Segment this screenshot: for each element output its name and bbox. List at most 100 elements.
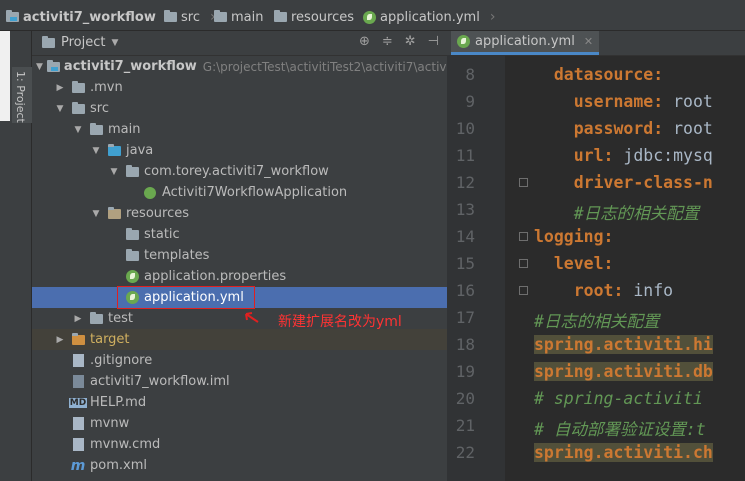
resources-folder-icon bbox=[106, 206, 122, 221]
line-number: 15 bbox=[455, 254, 475, 273]
hide-icon[interactable]: ⊣ bbox=[428, 34, 439, 49]
tree-item[interactable]: mvnw bbox=[32, 413, 447, 434]
spring-class-icon bbox=[142, 186, 158, 200]
code-line[interactable]: #日志的相关配置 bbox=[534, 200, 699, 224]
code-line[interactable]: url: jdbc:mysq bbox=[534, 146, 713, 165]
tree-item[interactable]: ▶ target bbox=[32, 329, 447, 350]
code-line[interactable]: datasource: bbox=[534, 65, 663, 84]
tree-item[interactable]: m pom.xml bbox=[32, 455, 447, 476]
tree-item[interactable]: ▶ .mvn bbox=[32, 77, 447, 98]
code-line[interactable]: spring.activiti.hi bbox=[534, 335, 713, 354]
annotation-arrow-icon bbox=[245, 312, 259, 323]
project-view-selector[interactable]: Project ▼ bbox=[42, 35, 118, 50]
line-number: 13 bbox=[455, 200, 475, 219]
tree-item[interactable]: static bbox=[32, 224, 447, 245]
code-line[interactable]: level: bbox=[534, 254, 614, 273]
code-token: datasource: bbox=[534, 65, 664, 84]
code-line[interactable]: password: root bbox=[534, 119, 713, 138]
tree-item[interactable]: .gitignore bbox=[32, 350, 447, 371]
expand-arrow-icon[interactable]: ▼ bbox=[72, 125, 84, 135]
code-token: info bbox=[633, 281, 674, 300]
expand-arrow-icon[interactable]: ▼ bbox=[108, 167, 120, 177]
line-number: 21 bbox=[455, 416, 475, 435]
code-token: spring.activiti.db bbox=[534, 362, 713, 381]
tree-item[interactable]: activiti7_workflow.iml bbox=[32, 371, 447, 392]
expand-arrow-icon[interactable]: ▼ bbox=[54, 104, 66, 114]
breadcrumb-item-project[interactable]: activiti7_workflow › bbox=[6, 8, 171, 26]
breadcrumb-item-src[interactable]: src › bbox=[164, 8, 216, 26]
gear-icon[interactable]: ✲ bbox=[405, 34, 416, 49]
line-number: 18 bbox=[455, 335, 475, 354]
navigation-bar: activiti7_workflow › src › main › resour… bbox=[0, 0, 745, 31]
tree-item[interactable]: Activiti7WorkflowApplication bbox=[32, 182, 447, 203]
fold-marker-icon[interactable] bbox=[519, 259, 528, 268]
spring-leaf-icon bbox=[457, 35, 470, 48]
project-tool-tab-label[interactable]: 1: Project bbox=[14, 71, 27, 123]
iml-file-icon bbox=[70, 375, 86, 389]
tree-item-label: activiti7_workflow.iml bbox=[90, 374, 230, 389]
collapse-arrow-icon[interactable]: ▶ bbox=[72, 314, 84, 324]
breadcrumb-item-main[interactable]: main › bbox=[214, 8, 279, 26]
fold-marker-icon[interactable] bbox=[519, 178, 528, 187]
close-icon[interactable]: ✕ bbox=[584, 35, 593, 48]
tree-item[interactable]: ▼ java bbox=[32, 140, 447, 161]
code-token: root bbox=[673, 119, 713, 138]
tree-item[interactable]: application.properties bbox=[32, 266, 447, 287]
line-number: 17 bbox=[455, 308, 475, 327]
tree-item-label: templates bbox=[144, 248, 210, 263]
tab-application-yml[interactable]: application.yml ✕ bbox=[451, 31, 600, 55]
code-token: root: bbox=[534, 281, 634, 300]
code-line[interactable]: spring.activiti.db bbox=[534, 362, 713, 381]
module-folder-icon bbox=[46, 59, 60, 74]
tree-item-label: mvnw bbox=[90, 416, 130, 431]
code-line[interactable]: driver-class-n bbox=[534, 173, 713, 192]
code-line[interactable]: # 自动部署验证设置:t bbox=[534, 416, 706, 440]
folder-icon bbox=[164, 10, 177, 22]
expand-arrow-icon[interactable]: ▼ bbox=[90, 209, 102, 219]
code-token: jdbc:mysq bbox=[623, 146, 713, 165]
tree-item-label: HELP.md bbox=[90, 395, 147, 410]
tree-item[interactable]: ▼ com.torey.activiti7_workflow bbox=[32, 161, 447, 182]
tree-item-label: target bbox=[90, 332, 130, 347]
tree-item-label: pom.xml bbox=[90, 458, 147, 473]
tree-item[interactable]: ▼ activiti7_workflow G:\projectTest\activi… bbox=[32, 56, 447, 77]
code-line[interactable]: root: info bbox=[534, 281, 673, 300]
target-icon[interactable]: ⊕ bbox=[359, 34, 370, 49]
code-line[interactable]: spring.activiti.ch bbox=[534, 443, 713, 462]
tree-item-label: test bbox=[108, 311, 133, 326]
line-number: 16 bbox=[455, 281, 475, 300]
collapse-arrow-icon[interactable]: ▶ bbox=[54, 83, 66, 93]
tree-item-label: mvnw.cmd bbox=[90, 437, 161, 452]
code-token: # 自动部署验证设置:t bbox=[534, 420, 706, 439]
code-token: url: bbox=[534, 146, 624, 165]
collapse-icon[interactable]: ≑ bbox=[382, 34, 393, 49]
expand-arrow-icon[interactable]: ▼ bbox=[90, 146, 102, 156]
tree-item-label: resources bbox=[126, 206, 190, 221]
breadcrumb-item-file[interactable]: application.yml › bbox=[363, 8, 495, 26]
tree-item[interactable]: templates bbox=[32, 245, 447, 266]
annotation-highlight-box bbox=[117, 286, 255, 309]
fold-marker-icon[interactable] bbox=[519, 286, 528, 295]
tree-item[interactable]: mvnw.cmd bbox=[32, 434, 447, 455]
tree-item[interactable]: ▼ resources bbox=[32, 203, 447, 224]
collapse-arrow-icon[interactable]: ▶ bbox=[54, 335, 66, 345]
panel-title: Project bbox=[61, 35, 106, 50]
code-line[interactable]: username: root bbox=[534, 92, 713, 111]
breadcrumb-item-resources[interactable]: resources › bbox=[274, 8, 370, 26]
tree-item-label: application.properties bbox=[144, 269, 287, 284]
tree-item-label: java bbox=[126, 143, 154, 158]
line-number: 11 bbox=[455, 146, 475, 165]
code-token: password: bbox=[534, 119, 674, 138]
tree-item[interactable]: ▼ src bbox=[32, 98, 447, 119]
fold-marker-icon[interactable] bbox=[519, 232, 528, 241]
tree-item-label: Activiti7WorkflowApplication bbox=[162, 185, 348, 200]
tree-item[interactable]: MD HELP.md bbox=[32, 392, 447, 413]
expand-arrow-icon[interactable]: ▼ bbox=[36, 62, 43, 72]
code-line[interactable]: #日志的相关配置 bbox=[534, 308, 659, 332]
code-line[interactable]: # spring-activiti bbox=[534, 389, 703, 408]
chevron-down-icon: ▼ bbox=[111, 37, 119, 48]
chevron-right-icon: › bbox=[489, 9, 496, 25]
tree-item[interactable]: ▼ main bbox=[32, 119, 447, 140]
project-path: G:\projectTest\activitiTest2\activiti7\a… bbox=[202, 59, 447, 74]
code-line[interactable]: logging: bbox=[534, 227, 613, 246]
